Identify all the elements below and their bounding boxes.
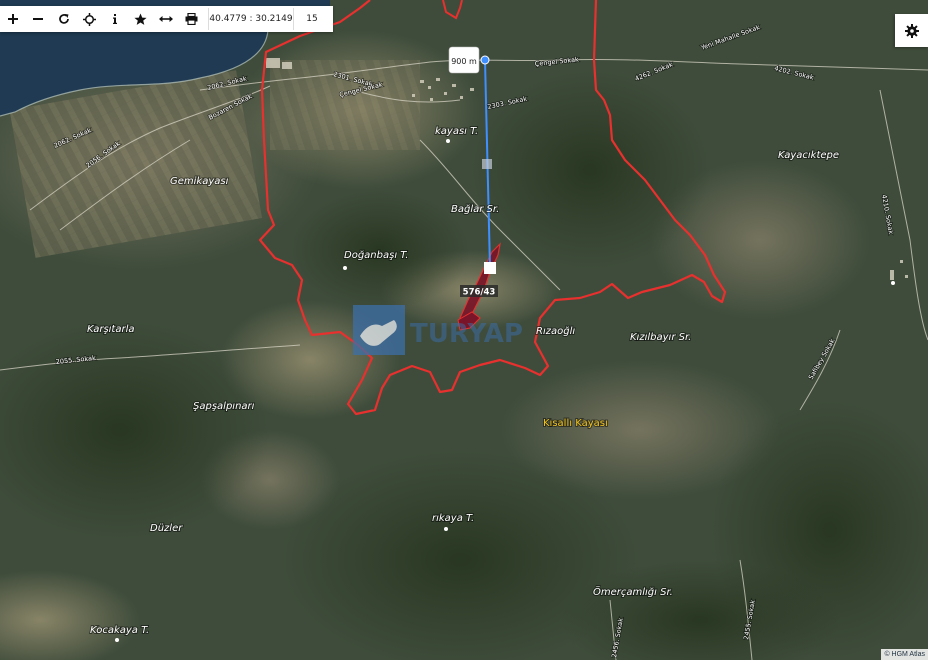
measure-start-point[interactable] [480, 55, 490, 65]
info-button[interactable] [102, 6, 128, 32]
place-label: Karşıtarla [87, 324, 135, 335]
place-label: Ömerçamlığı Sr. [593, 585, 673, 598]
place-label: Şapşalpınarı [193, 401, 255, 412]
place-label: Kısallı Kayası [543, 418, 608, 429]
place-label: Kayacıktepe [778, 150, 839, 161]
zoom-level-readout: 15 [306, 14, 318, 24]
settings-button[interactable] [895, 14, 928, 47]
measure-end-handle[interactable] [484, 262, 496, 274]
refresh-button[interactable] [51, 6, 77, 32]
place-label: rıkaya T. [432, 513, 474, 524]
place-label: Düzler [150, 523, 183, 534]
place-label: Doğanbaşı T. [344, 250, 408, 261]
refresh-icon [58, 14, 69, 24]
coordinate-readout: 40.4779 : 30.2149 [208, 8, 294, 30]
place-label: kayası T. [435, 126, 478, 137]
star-icon [134, 13, 147, 25]
print-button[interactable] [179, 6, 205, 32]
gear-icon [904, 23, 919, 38]
printer-icon [185, 13, 198, 25]
crosshair-icon [82, 12, 96, 26]
parcel-number-label: 576/43 [463, 288, 496, 298]
watermark-text: TURYAP [410, 319, 523, 349]
favorite-button[interactable] [128, 6, 154, 32]
measure-button[interactable] [153, 6, 179, 32]
place-label: Kocakaya T. [90, 625, 149, 636]
minus-icon [33, 18, 44, 20]
place-label: Kızılbayır Sr. [630, 332, 691, 343]
measure-label-box: 900 m [448, 46, 480, 74]
measure-midpoint-handle[interactable] [482, 159, 492, 169]
measure-icon [158, 16, 173, 22]
map-toolbar: 40.4779 : 30.2149 15 [0, 6, 333, 32]
place-label: Rızaoğlı [536, 326, 575, 337]
measure-distance-label: 900 m [451, 57, 477, 66]
plus-icon [7, 14, 18, 24]
satellite-map[interactable]: 900 m 576/43 TURYAP kayası T. Gemikayası… [0, 0, 928, 660]
parcel-label-box: 576/43 [460, 285, 498, 298]
locate-button[interactable] [77, 6, 103, 32]
zoom-out-button[interactable] [26, 6, 52, 32]
zoom-in-button[interactable] [0, 6, 26, 32]
place-label: Gemikayası [170, 176, 229, 187]
info-icon [112, 14, 117, 24]
place-label: Bağlar Sr. [451, 204, 499, 215]
map-attribution[interactable]: © HGM Atlas [881, 649, 928, 660]
